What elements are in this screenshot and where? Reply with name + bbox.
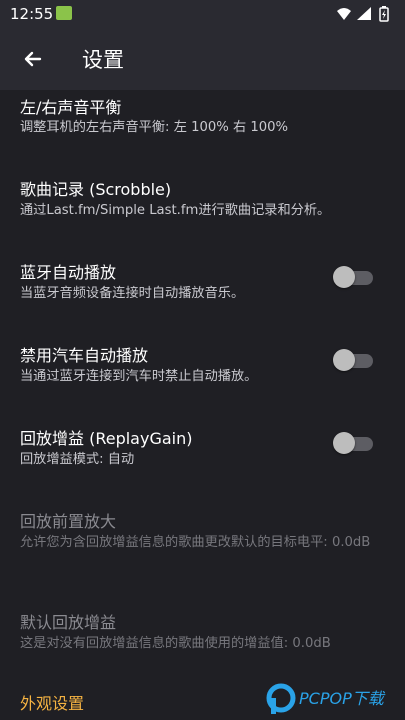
setting-summary: 通过Last.fm/Simple Last.fm进行歌曲记录和分析。 xyxy=(20,203,331,218)
setting-title: 禁用汽车自动播放 xyxy=(20,346,149,365)
setting-summary: 这是对没有回放增益信息的歌曲使用的增益值: 0.0dB xyxy=(20,636,331,651)
status-icons xyxy=(337,6,389,22)
setting-title: 歌曲记录 (Scrobble) xyxy=(20,180,172,199)
page-title: 设置 xyxy=(82,48,124,72)
section-header-appearance: 外观设置 xyxy=(20,694,85,713)
car-autoplay-toggle[interactable] xyxy=(333,349,373,371)
setting-replaygain[interactable]: 回放增益 (ReplayGain) 回放增益模式: 自动 xyxy=(0,419,405,471)
setting-replaygain-preamp: 回放前置放大 允许您为含回放增益信息的歌曲更改默认的目标电平: 0.0dB xyxy=(0,502,405,574)
setting-title: 默认回放增益 xyxy=(20,613,117,632)
bluetooth-autoplay-toggle[interactable] xyxy=(333,266,373,288)
battery-icon xyxy=(379,6,389,22)
setting-summary: 当蓝牙音频设备连接时自动播放音乐。 xyxy=(20,286,245,301)
wifi-icon xyxy=(337,8,351,20)
setting-title: 回放增益 (ReplayGain) xyxy=(20,429,193,448)
watermark-text: PCPOP下载 xyxy=(299,689,386,708)
setting-title: 回放前置放大 xyxy=(20,512,117,531)
signal-icon xyxy=(357,7,371,20)
watermark-logo: PCPOP下载 xyxy=(266,683,386,714)
setting-balance[interactable]: 左/右声音平衡 调整耳机的左右声音平衡: 左 100% 右 100% xyxy=(0,90,405,142)
setting-title: 蓝牙自动播放 xyxy=(20,263,117,282)
setting-default-replaygain: 默认回放增益 这是对没有回放增益信息的歌曲使用的增益值: 0.0dB xyxy=(0,603,405,655)
setting-summary: 调整耳机的左右声音平衡: 左 100% 右 100% xyxy=(20,120,289,135)
app-notification-icon xyxy=(56,6,72,20)
status-bar: 12:55 xyxy=(0,0,405,28)
setting-bluetooth-autoplay[interactable]: 蓝牙自动播放 当蓝牙音频设备连接时自动播放音乐。 xyxy=(0,253,405,305)
replaygain-toggle[interactable] xyxy=(333,432,373,454)
setting-disable-car-autoplay[interactable]: 禁用汽车自动播放 当通过蓝牙连接到汽车时禁止自动播放。 xyxy=(0,336,405,388)
status-time: 12:55 xyxy=(10,5,54,23)
setting-summary: 当通过蓝牙连接到汽车时禁止自动播放。 xyxy=(20,369,258,384)
app-bar: 设置 xyxy=(0,28,405,90)
setting-summary: 回放增益模式: 自动 xyxy=(20,452,135,467)
setting-summary: 允许您为含回放增益信息的歌曲更改默认的目标电平: 0.0dB xyxy=(20,535,371,550)
setting-title: 左/右声音平衡 xyxy=(20,98,122,117)
setting-scrobble[interactable]: 歌曲记录 (Scrobble) 通过Last.fm/Simple Last.fm… xyxy=(0,170,405,222)
back-arrow-icon[interactable] xyxy=(18,44,48,74)
